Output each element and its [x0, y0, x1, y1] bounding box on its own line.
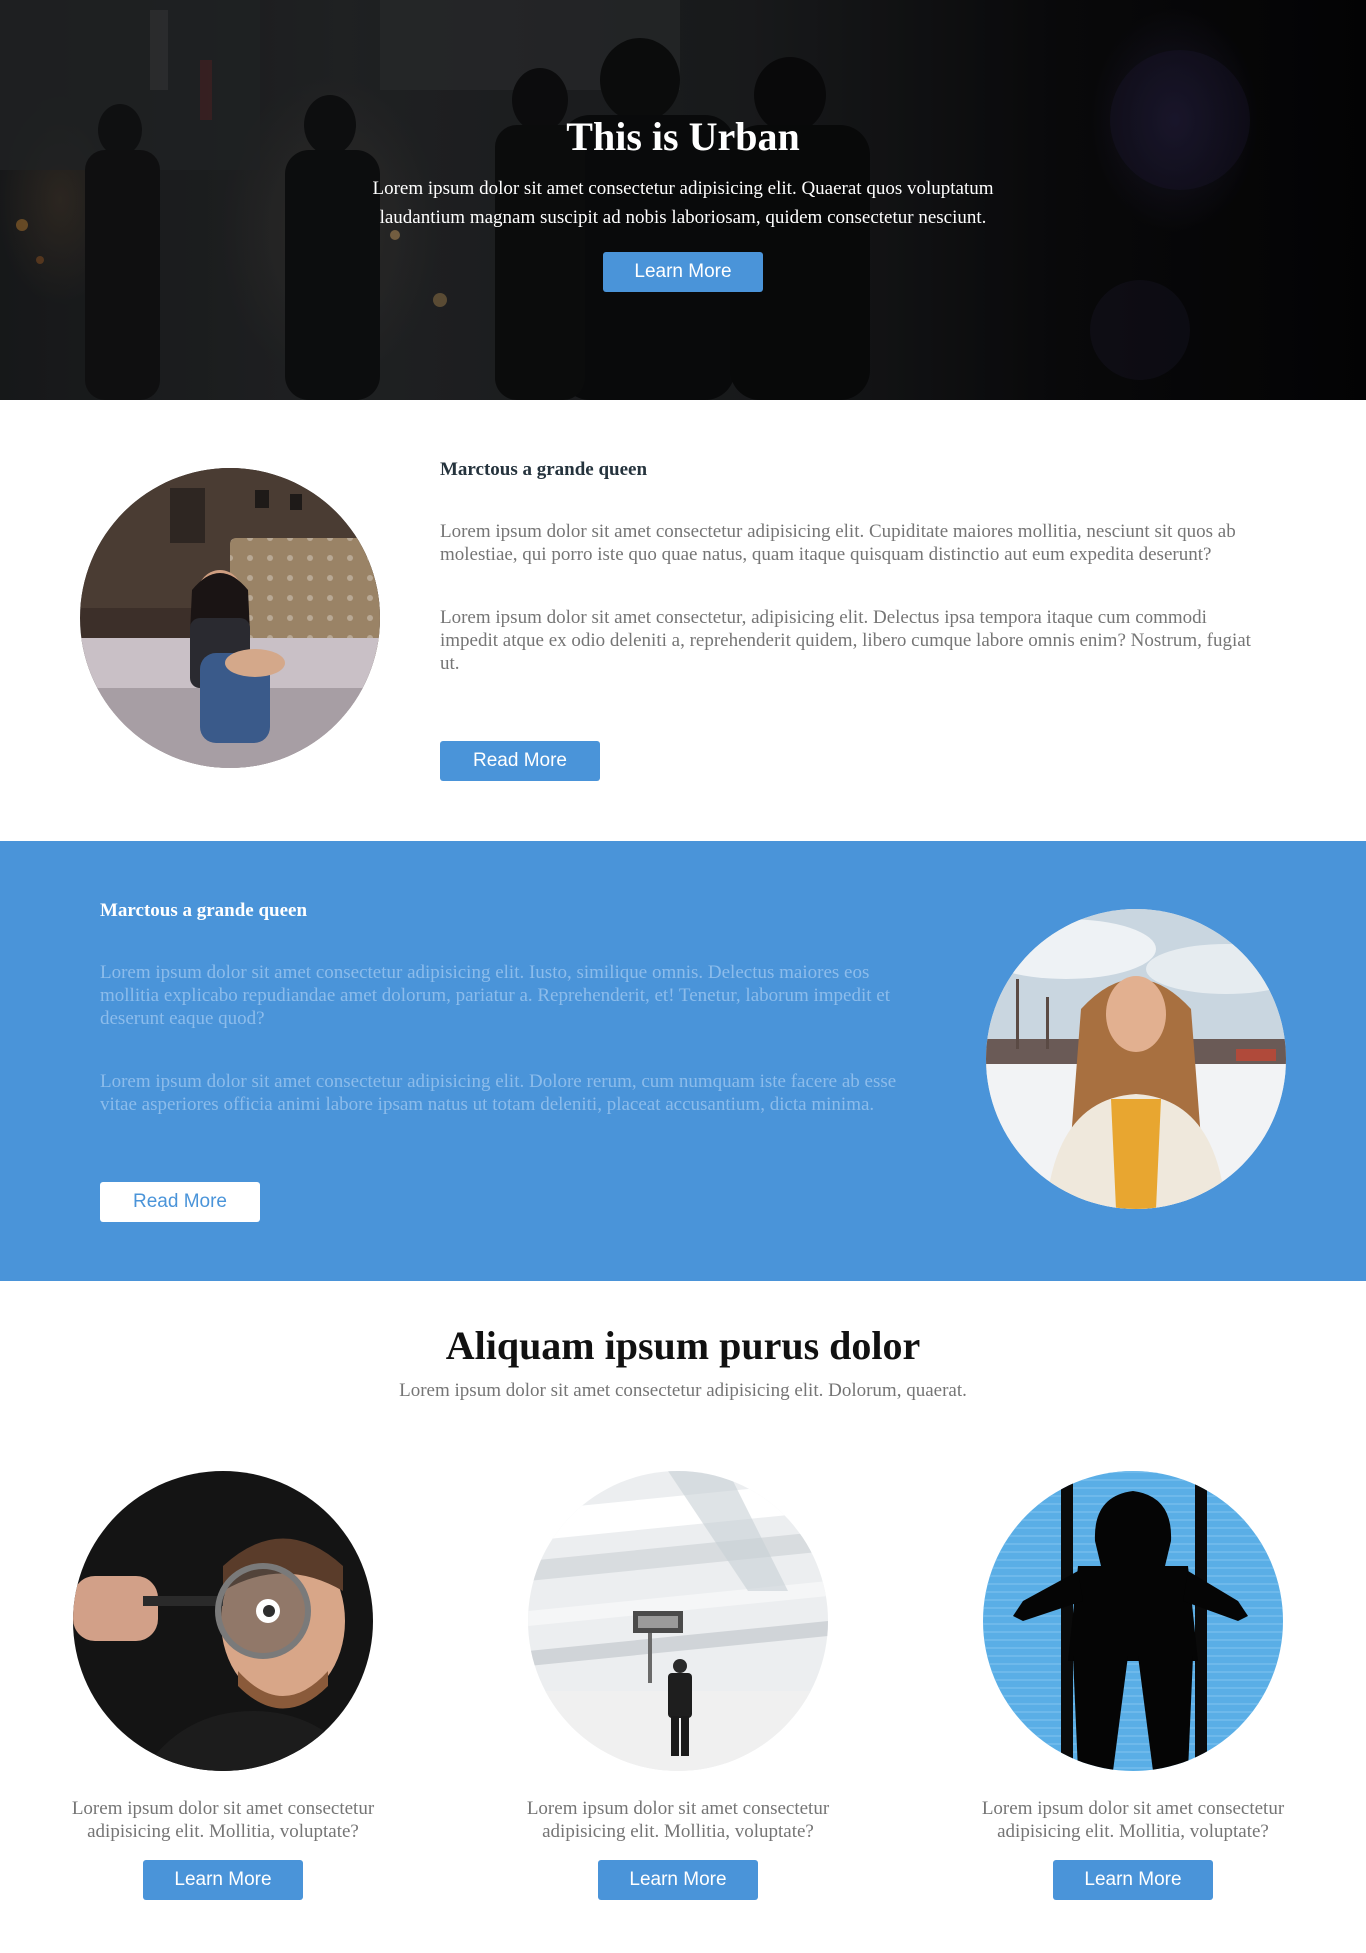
- feature-1-text: Marctous a grande queen Lorem ipsum dolo…: [440, 458, 1260, 675]
- silhouette-figure-image: [983, 1471, 1283, 1771]
- smiling-woman-snow-image: [986, 909, 1286, 1209]
- card-3-text: Lorem ipsum dolor sit amet consectetur a…: [981, 1798, 1285, 1842]
- hero-learn-more-button[interactable]: Learn More: [603, 252, 763, 292]
- hero-content: This is Urban Lorem ipsum dolor sit amet…: [0, 112, 1366, 292]
- feature-2-text: Marctous a grande queen Lorem ipsum dolo…: [100, 899, 920, 1116]
- section-3-title: Aliquam ipsum purus dolor: [445, 1323, 921, 1368]
- card-1-learn-more-button[interactable]: Learn More: [143, 1860, 303, 1900]
- card-magnifier: Lorem ipsum dolor sit amet consectetur a…: [53, 1471, 393, 1900]
- man-with-magnifier-image: [73, 1471, 373, 1771]
- feature-section-1: Marctous a grande queen Lorem ipsum dolo…: [0, 400, 1366, 841]
- feature-1-read-more-button[interactable]: Read More: [440, 741, 600, 781]
- card-2-text: Lorem ipsum dolor sit amet consectetur a…: [526, 1798, 830, 1842]
- card-architecture: Lorem ipsum dolor sit amet consectetur a…: [508, 1471, 848, 1900]
- feature-2-heading: Marctous a grande queen: [100, 900, 308, 921]
- feature-1-heading: Marctous a grande queen: [440, 459, 648, 480]
- feature-2-read-more-button[interactable]: Read More: [100, 1182, 260, 1222]
- hero-title: This is Urban: [566, 114, 800, 159]
- feature-section-2: Marctous a grande queen Lorem ipsum dolo…: [0, 841, 1366, 1281]
- hero-text: Lorem ipsum dolor sit amet consectetur a…: [372, 178, 994, 228]
- man-in-white-hall-image: [528, 1471, 828, 1771]
- feature-2-paragraph-2: Lorem ipsum dolor sit amet consectetur a…: [100, 1071, 897, 1115]
- hero-section: This is Urban Lorem ipsum dolor sit amet…: [0, 0, 1366, 400]
- card-silhouette: Lorem ipsum dolor sit amet consectetur a…: [963, 1471, 1303, 1900]
- card-3-learn-more-button[interactable]: Learn More: [1053, 1860, 1213, 1900]
- feature-2-paragraph-1: Lorem ipsum dolor sit amet consectetur a…: [100, 962, 891, 1029]
- woman-on-bed-image: [80, 468, 380, 768]
- card-1-text: Lorem ipsum dolor sit amet consectetur a…: [71, 1798, 375, 1842]
- section-3-subtitle: Lorem ipsum dolor sit amet consectetur a…: [399, 1380, 967, 1401]
- cards-section: Aliquam ipsum purus dolor Lorem ipsum do…: [0, 1281, 1366, 1953]
- feature-1-paragraph-2: Lorem ipsum dolor sit amet consectetur, …: [440, 607, 1251, 674]
- card-2-learn-more-button[interactable]: Learn More: [598, 1860, 758, 1900]
- feature-1-paragraph-1: Lorem ipsum dolor sit amet consectetur a…: [440, 521, 1236, 565]
